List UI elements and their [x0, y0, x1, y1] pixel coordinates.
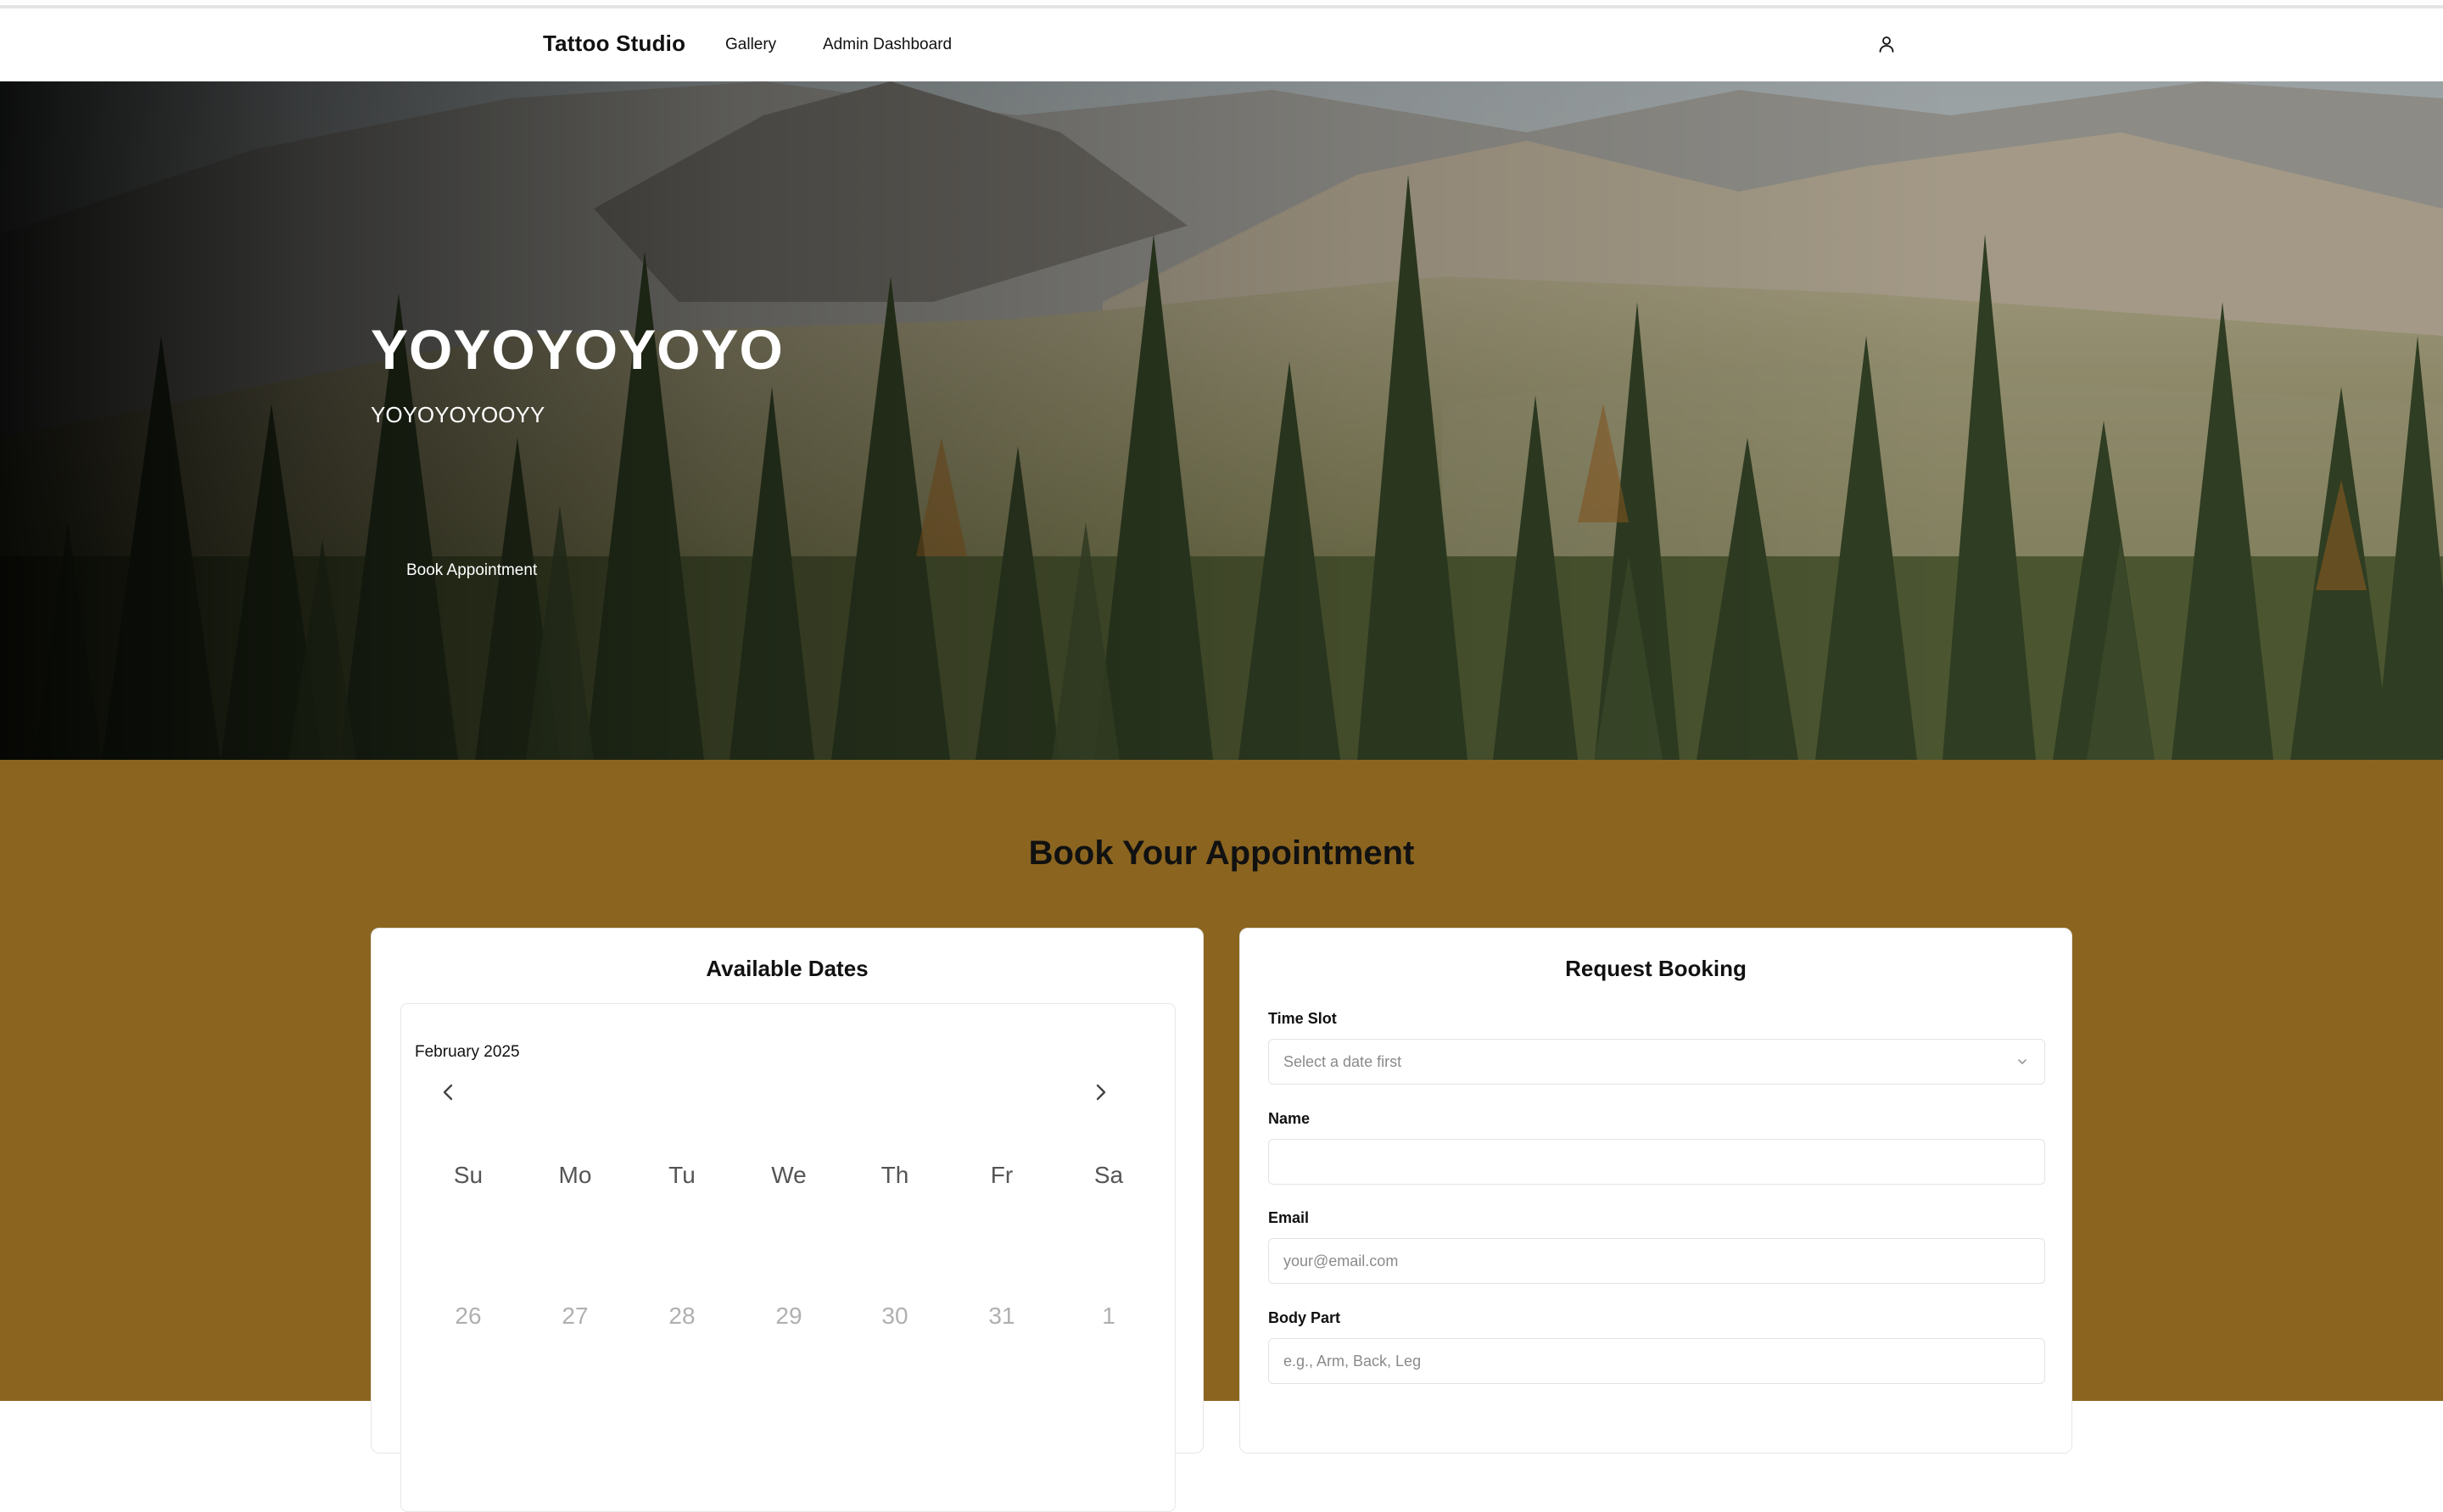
booking-section-title: Book Your Appointment	[1028, 834, 1415, 872]
booking-section: Book Your Appointment Available Dates Fe…	[0, 760, 2443, 1512]
hero-dark-overlay	[0, 81, 2443, 760]
calendar-day-outside: 31	[988, 1303, 1015, 1329]
available-dates-card: Available Dates February 2025 Su Mo Tu W…	[371, 928, 1204, 1512]
hero-section: YOYOYOYOYO YOYOYOYOOYY Book Appointment	[0, 81, 2443, 760]
browser-top-strip	[0, 0, 2443, 8]
weekday-label: Fr	[990, 1162, 1014, 1188]
weekday-label: Tu	[668, 1162, 696, 1188]
calendar-day-outside: 26	[455, 1303, 482, 1329]
email-input[interactable]	[1268, 1238, 2045, 1284]
weekday-label: Th	[880, 1162, 909, 1188]
hero-subtitle: YOYOYOYOOYY	[371, 402, 545, 427]
chevron-right-icon	[1096, 1084, 1106, 1101]
calendar-prev-button[interactable]	[433, 1077, 464, 1107]
nav-link-admin-dashboard[interactable]: Admin Dashboard	[823, 36, 952, 54]
chevron-down-icon	[2018, 1059, 2027, 1064]
hero-title: YOYOYOYOYO	[371, 318, 784, 381]
time-slot-select[interactable]: Select a date first	[1268, 1039, 2045, 1085]
name-label: Name	[1268, 1110, 1311, 1127]
request-booking-card: Request Booking Time Slot Select a date …	[1239, 928, 2072, 1453]
calendar-day[interactable]: 1	[1055, 1303, 1162, 1330]
brand-logo-text[interactable]: Tattoo Studio	[543, 31, 685, 57]
calendar-day-outside: 27	[562, 1303, 589, 1329]
request-booking-title: Request Booking	[1565, 956, 1747, 981]
calendar-day-outside: 30	[881, 1303, 908, 1329]
body-part-input[interactable]	[1268, 1338, 2045, 1384]
weekday-label: We	[771, 1162, 807, 1188]
available-dates-title: Available Dates	[706, 956, 869, 981]
book-appointment-button[interactable]: Book Appointment	[371, 553, 573, 589]
name-input[interactable]	[1268, 1139, 2045, 1185]
calendar-week-row: 26 27 28 29 30 31 1	[415, 1303, 1161, 1336]
calendar-day-outside: 29	[775, 1303, 802, 1329]
time-slot-label: Time Slot	[1268, 1010, 1337, 1027]
weekday-label: Sa	[1093, 1162, 1124, 1188]
body-part-label: Body Part	[1268, 1309, 1341, 1326]
weekday-label: Mo	[558, 1162, 592, 1188]
email-label: Email	[1268, 1209, 1310, 1226]
calendar-month-label: February 2025	[415, 1043, 520, 1061]
user-icon[interactable]	[1876, 34, 1897, 54]
calendar-weekday-header: Su Mo Tu We Th Fr Sa	[415, 1162, 1161, 1196]
nav-link-gallery[interactable]: Gallery	[725, 36, 776, 54]
time-slot-placeholder: Select a date first	[1283, 1052, 1402, 1070]
navbar: Tattoo Studio Gallery Admin Dashboard	[0, 8, 2443, 81]
weekday-label: Su	[453, 1162, 484, 1188]
chevron-left-icon	[443, 1084, 453, 1101]
calendar-day-outside: 28	[668, 1303, 696, 1329]
calendar: February 2025 Su Mo Tu We Th Fr Sa 26 27…	[400, 1003, 1176, 1512]
calendar-next-button[interactable]	[1085, 1077, 1115, 1107]
